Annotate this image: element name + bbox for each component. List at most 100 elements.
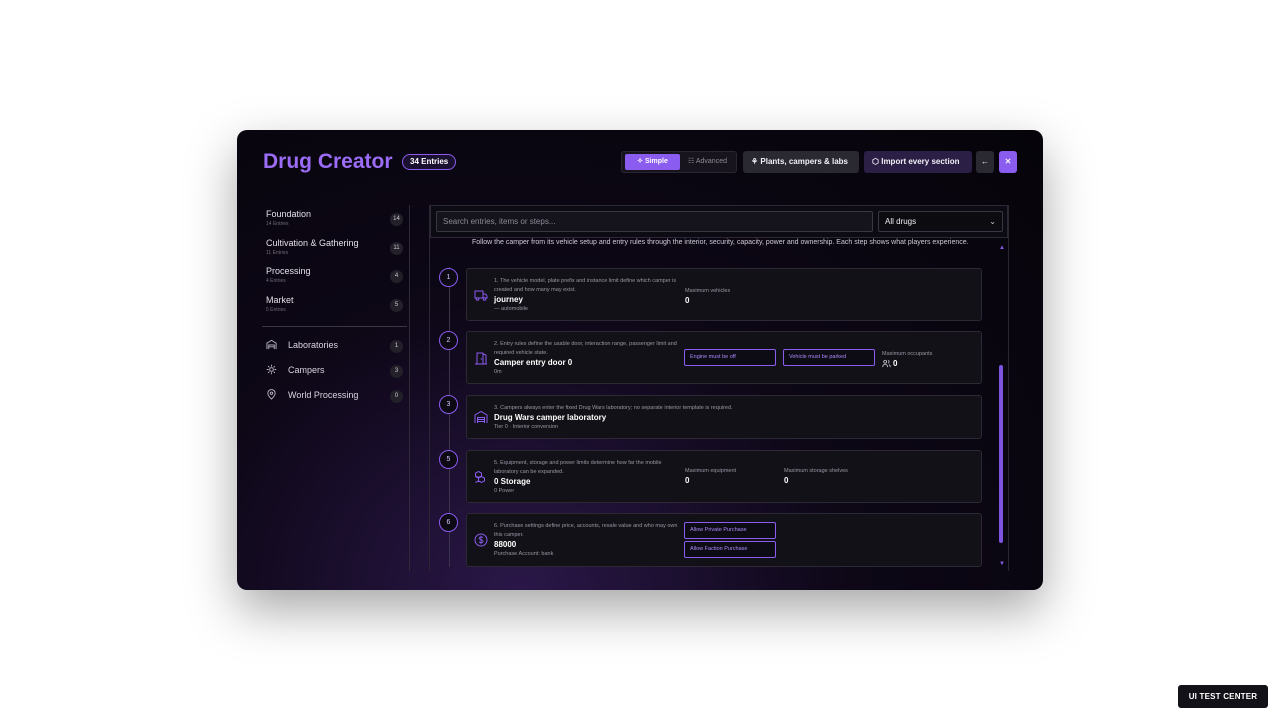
close-button[interactable]: ✕ xyxy=(999,151,1017,173)
users-icon xyxy=(882,359,891,368)
step-value: journey xyxy=(494,295,523,304)
step-card-capacity[interactable]: 5. Equipment, storage and power limits d… xyxy=(466,450,982,503)
count-badge: 1 xyxy=(390,340,403,353)
box-icon: ⬡ xyxy=(872,157,879,166)
drug-filter-select[interactable]: All drugs ⌄ xyxy=(878,211,1003,232)
step-subtext: Purchase Account: bank xyxy=(494,551,554,557)
ui-test-center-badge[interactable]: UI TEST CENTER xyxy=(1178,685,1268,708)
sidebar-item-world-processing[interactable]: World Processing 0 xyxy=(266,386,407,404)
sidebar-item-market[interactable]: Market 5 Entries 5 xyxy=(266,295,407,321)
plants-button-label: Plants, campers & labs xyxy=(760,157,848,166)
sidebar-item-label: Foundation xyxy=(266,209,312,219)
sidebar-item-cultivation[interactable]: Cultivation & Gathering 11 Entries 11 xyxy=(266,238,407,264)
dollar-circle-icon xyxy=(474,533,488,547)
step-card-interior[interactable]: 3. Campers always enter the fixed Drug W… xyxy=(466,395,982,439)
mode-advanced-button[interactable]: ☷ Advanced xyxy=(682,154,734,170)
vehicle-parked-option[interactable]: Vehicle must be parked xyxy=(783,349,875,366)
step-description: 6. Purchase settings define price, accou… xyxy=(494,523,678,538)
count-badge: 4 xyxy=(390,270,403,283)
main-panel: Search entries, items or steps... All dr… xyxy=(429,205,1009,571)
count-badge: 11 xyxy=(390,242,403,255)
step-number: 6 xyxy=(439,513,458,532)
scrollbar-thumb[interactable] xyxy=(999,365,1003,543)
search-input[interactable]: Search entries, items or steps... xyxy=(436,211,873,232)
scroll-down-arrow-icon[interactable]: ▼ xyxy=(999,561,1005,567)
app-title: Drug Creator xyxy=(263,150,393,173)
sidebar-item-foundation[interactable]: Foundation 14 Entries 14 xyxy=(266,209,407,235)
plants-campers-labs-button[interactable]: ⚘ Plants, campers & labs xyxy=(743,151,859,173)
mode-toggle: ✧ Simple ☷ Advanced xyxy=(621,151,737,173)
sidebar-item-label: World Processing xyxy=(288,390,359,400)
step-description: 3. Campers always enter the fixed Drug W… xyxy=(494,405,733,411)
back-button[interactable]: ← xyxy=(976,151,994,173)
step-value: 88000 xyxy=(494,540,517,549)
field-value: 0 xyxy=(784,476,789,485)
chevron-down-icon: ⌄ xyxy=(989,217,996,226)
mode-advanced-label: Advanced xyxy=(695,158,727,165)
truck-icon xyxy=(474,290,488,301)
step-value: Drug Wars camper laboratory xyxy=(494,413,607,422)
count-badge: 0 xyxy=(390,390,403,403)
door-icon xyxy=(475,352,487,365)
sidebar-item-sub: 4 Entries xyxy=(266,278,286,284)
arrow-left-icon: ← xyxy=(981,157,989,166)
step-subtext: Tier 0 · Interior conversion xyxy=(494,424,558,430)
location-pin-icon xyxy=(267,389,276,400)
import-button-label: Import every section xyxy=(881,157,960,166)
field-label: Maximum occupants xyxy=(882,351,933,357)
intro-text: Follow the camper from its vehicle setup… xyxy=(472,239,969,246)
step-value: Camper entry door 0 xyxy=(494,358,573,367)
sidebar-item-label: Campers xyxy=(288,365,325,375)
step-subtext: 0m xyxy=(494,369,502,375)
sidebar-item-campers[interactable]: Campers 3 xyxy=(266,361,407,379)
sidebar-item-label: Market xyxy=(266,295,294,305)
drug-filter-value: All drugs xyxy=(885,217,917,226)
entries-badge: 34 Entries xyxy=(402,154,457,170)
step-card-vehicle[interactable]: 1. The vehicle model, plate prefix and i… xyxy=(466,268,982,321)
step-subtext: 0 Power xyxy=(494,488,515,494)
field-label: Maximum vehicles xyxy=(685,288,731,294)
step-number: 5 xyxy=(439,450,458,469)
count-badge: 5 xyxy=(390,299,403,312)
sliders-icon: ☷ xyxy=(688,158,695,165)
step-number: 2 xyxy=(439,331,458,350)
sidebar-item-processing[interactable]: Processing 4 Entries 4 xyxy=(266,266,407,292)
allow-faction-purchase-option[interactable]: Allow Faction Purchase xyxy=(684,541,776,558)
scroll-up-arrow-icon[interactable]: ▲ xyxy=(999,245,1005,251)
step-description: 5. Equipment, storage and power limits d… xyxy=(494,460,662,475)
scrollbar[interactable]: ▲ ▼ xyxy=(999,245,1005,570)
import-every-section-button[interactable]: ⬡ Import every section xyxy=(864,151,972,173)
sidebar-item-label: Laboratories xyxy=(288,340,339,350)
mode-simple-button[interactable]: ✧ Simple xyxy=(625,154,680,170)
sparkle-icon: ✧ xyxy=(637,158,643,165)
field-label: Maximum storage shelves xyxy=(784,468,848,474)
step-card-purchase[interactable]: 6. Purchase settings define price, accou… xyxy=(466,513,982,567)
allow-private-purchase-option[interactable]: Allow Private Purchase xyxy=(684,522,776,539)
sidebar-separator xyxy=(409,205,410,571)
close-icon: ✕ xyxy=(1004,157,1012,166)
step-value: 0 Storage xyxy=(494,477,531,486)
gear-icon xyxy=(266,364,277,375)
field-value: 0 xyxy=(893,359,898,368)
count-badge: 14 xyxy=(390,213,403,226)
mode-simple-label: Simple xyxy=(644,158,668,165)
sidebar-item-sub: 11 Entries xyxy=(266,250,289,256)
warehouse-icon xyxy=(474,410,488,423)
sidebar-item-label: Processing xyxy=(266,266,311,276)
field-value: 0 xyxy=(685,296,690,305)
step-number: 1 xyxy=(439,268,458,287)
sidebar-item-sub: 14 Entries xyxy=(266,221,289,227)
step-description: 1. The vehicle model, plate prefix and i… xyxy=(494,278,677,293)
plant-icon: ⚘ xyxy=(751,157,759,166)
field-label: Maximum equipment xyxy=(685,468,737,474)
sidebar-item-sub: 5 Entries xyxy=(266,307,286,313)
step-number: 3 xyxy=(439,395,458,414)
sidebar-item-laboratories[interactable]: Laboratories 1 xyxy=(266,336,407,354)
step-card-entry[interactable]: 2. Entry rules define the usable door, i… xyxy=(466,331,982,384)
step-description: 2. Entry rules define the usable door, i… xyxy=(494,341,677,356)
sidebar-divider xyxy=(262,326,407,327)
engine-off-option[interactable]: Engine must be off xyxy=(684,349,776,366)
boxes-icon xyxy=(475,470,485,484)
count-badge: 3 xyxy=(390,365,403,378)
field-value: 0 xyxy=(685,476,690,485)
